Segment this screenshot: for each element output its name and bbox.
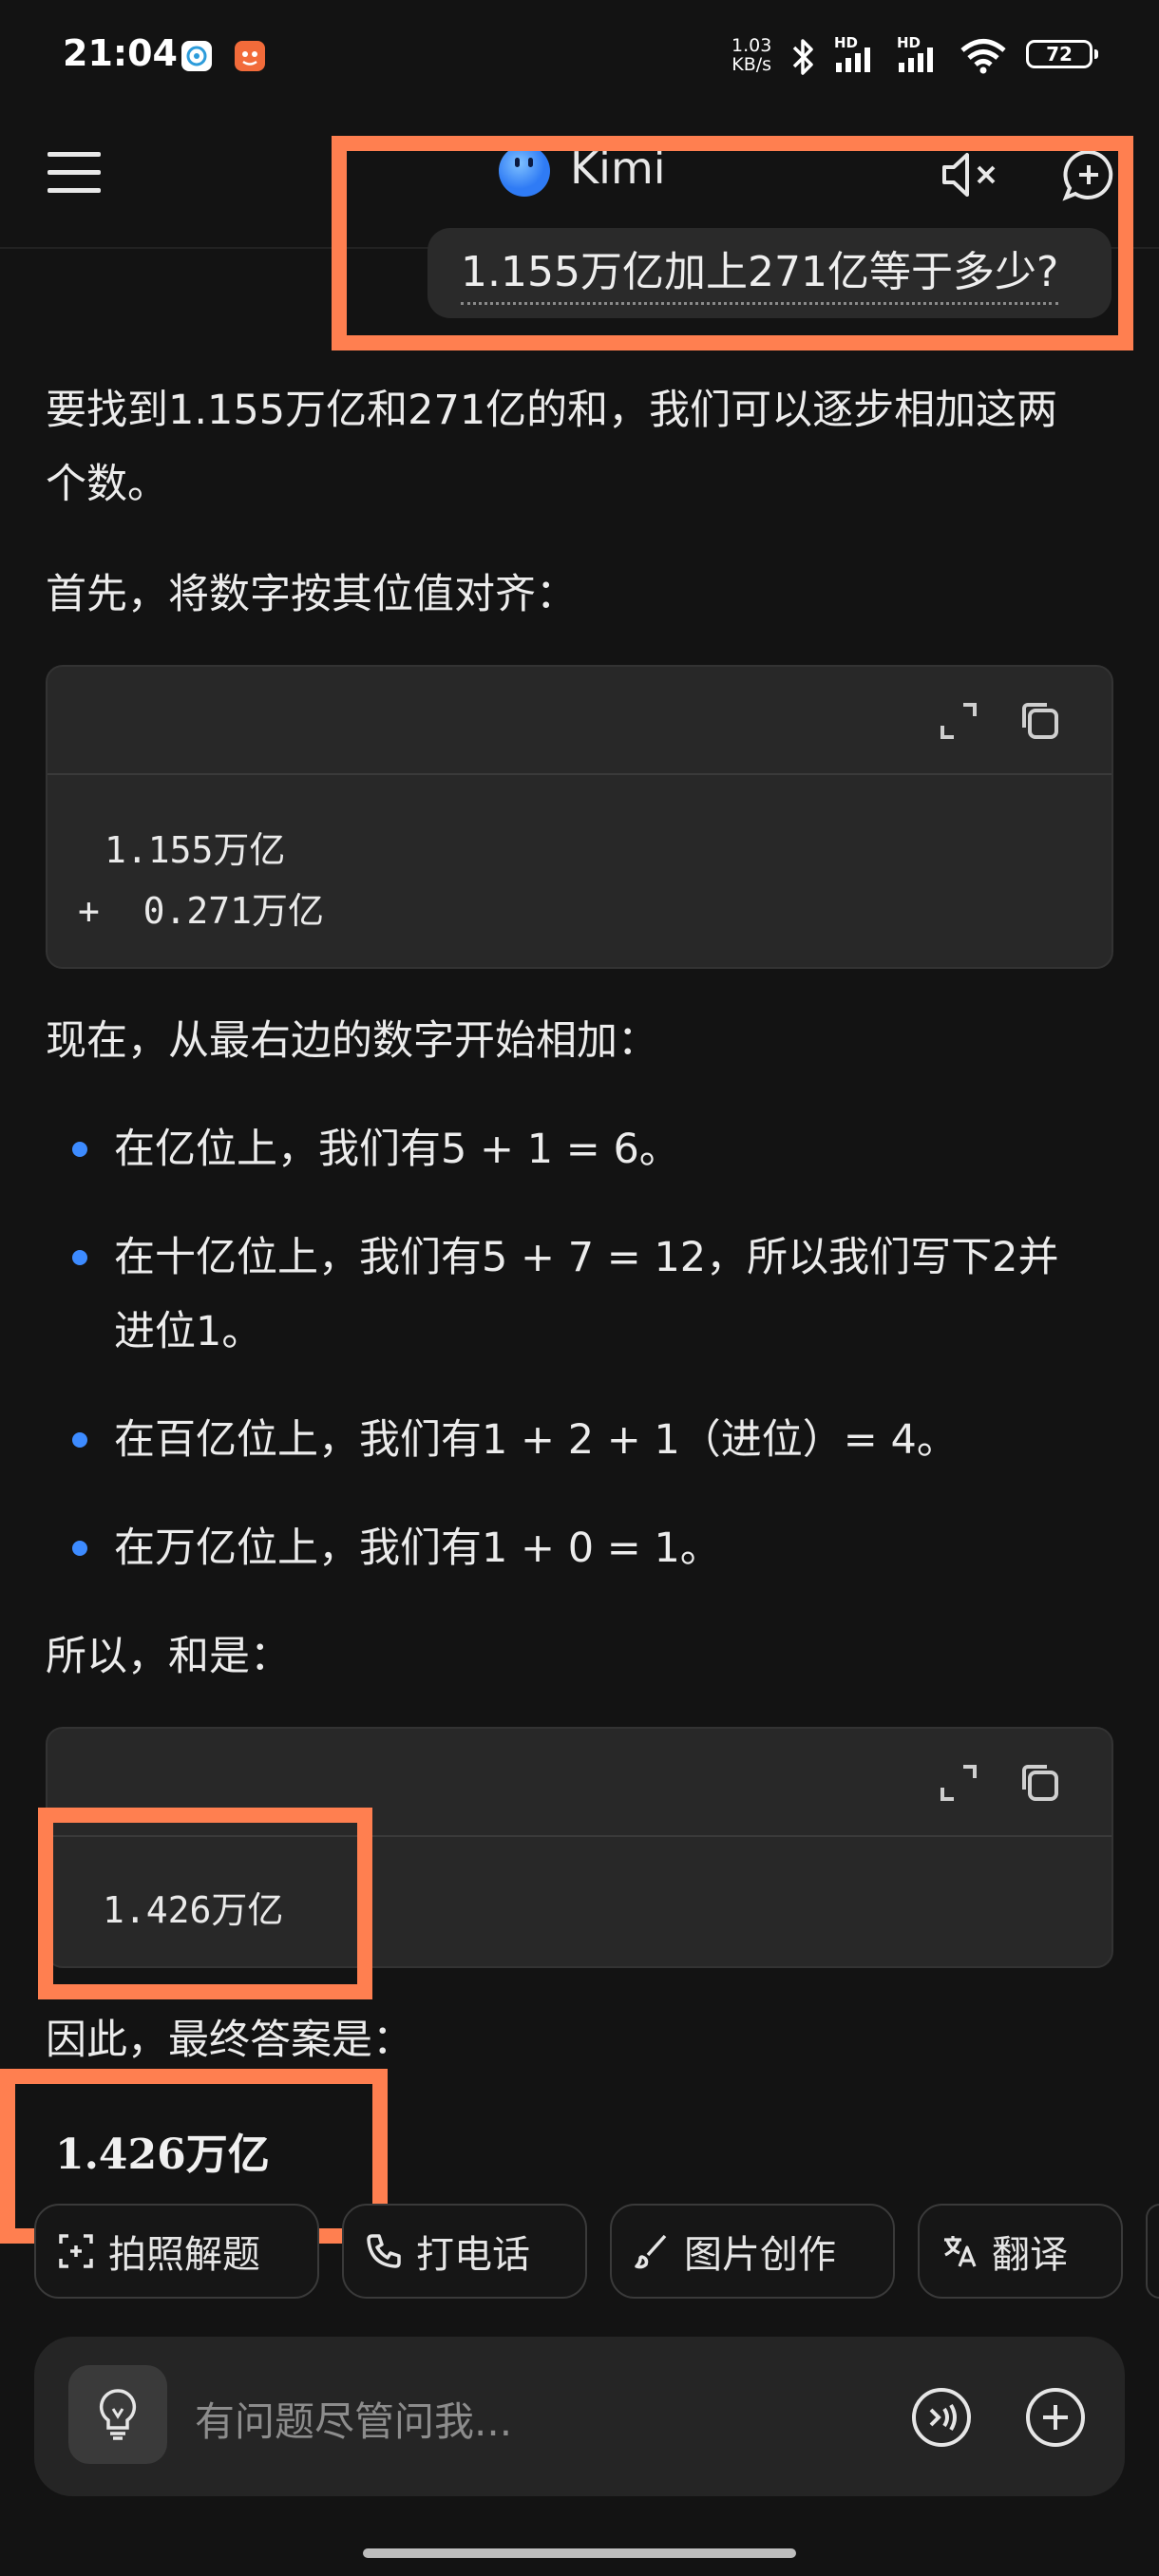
bullet-item: 在万亿位上，我们有1 + 0 = 1。 xyxy=(114,1525,721,1572)
code-line-2: + 0.271万亿 xyxy=(78,890,325,932)
chip-image-create[interactable]: 图片创作 xyxy=(610,2204,895,2299)
voice-icon[interactable] xyxy=(910,2386,973,2453)
chip-label: 翻译 xyxy=(992,2233,1068,2277)
align-instruction: 首先，将数字按其位值对齐： xyxy=(46,571,577,618)
chip-photo-solve[interactable]: 拍照解题 xyxy=(34,2204,319,2299)
menu-icon[interactable] xyxy=(48,150,101,199)
add-icon[interactable] xyxy=(1024,2386,1087,2453)
wifi-icon xyxy=(960,38,1007,78)
network-speed: 1.03 KB/s xyxy=(732,36,771,74)
bullet-item: 在百亿位上，我们有1 + 2 + 1（进位）= 4。 xyxy=(114,1416,958,1464)
status-time: 21:04 xyxy=(63,32,178,74)
chip-label: 拍照解题 xyxy=(108,2233,260,2277)
bullet-dot xyxy=(72,1541,87,1556)
expand-icon[interactable] xyxy=(939,701,978,745)
chip-overflow[interactable] xyxy=(1146,2204,1159,2299)
bullet-item: 在十亿位上，我们有5 + 7 = 12，所以我们写下2并 xyxy=(114,1234,1059,1281)
chip-label: 打电话 xyxy=(416,2233,530,2277)
phone-icon xyxy=(367,2234,401,2268)
bullet-item: 在亿位上，我们有5 + 1 = 6。 xyxy=(114,1126,680,1173)
answer-intro-line-1: 要找到1.155万亿和271亿的和，我们可以逐步相加这两 xyxy=(46,387,1058,434)
message-input[interactable]: 有问题尽管问我... xyxy=(195,2390,512,2448)
chip-translate[interactable]: 翻译 xyxy=(918,2204,1123,2299)
chip-label: 图片创作 xyxy=(684,2233,836,2277)
camera-solve-icon xyxy=(59,2234,93,2268)
final-label: 因此，最终答案是： xyxy=(46,2017,413,2064)
add-instruction: 现在，从最右边的数字开始相加： xyxy=(46,1017,658,1065)
code-line-1: 1.155万亿 xyxy=(104,829,286,871)
bluetooth-icon xyxy=(788,36,817,82)
chat-app-notification-icon xyxy=(180,40,213,76)
bullet-dot xyxy=(72,1250,87,1265)
bullet-item-continued: 进位1。 xyxy=(114,1308,263,1355)
highlight-box-sum xyxy=(38,1808,372,1999)
copy-icon[interactable] xyxy=(1018,699,1060,745)
chip-call[interactable]: 打电话 xyxy=(342,2204,587,2299)
code-block-header xyxy=(48,667,1112,775)
home-indicator[interactable] xyxy=(363,2548,796,2558)
signal-icon-1 xyxy=(834,46,880,76)
lightbulb-icon xyxy=(99,2389,137,2440)
network-speed-value: 1.03 xyxy=(732,35,772,56)
bullet-dot xyxy=(72,1142,87,1157)
pet-app-notification-icon xyxy=(234,40,266,76)
brush-icon xyxy=(635,2234,667,2269)
expand-icon[interactable] xyxy=(939,1763,978,1807)
highlight-box-question xyxy=(332,136,1133,350)
sum-label: 所以，和是： xyxy=(46,1633,291,1680)
battery-indicator: 72 xyxy=(1026,40,1098,68)
bullet-dot xyxy=(72,1432,87,1448)
answer-intro-line-2: 个数。 xyxy=(46,461,168,508)
translate-icon xyxy=(944,2236,977,2267)
copy-icon[interactable] xyxy=(1018,1761,1060,1807)
network-speed-unit: KB/s xyxy=(732,54,772,75)
bulb-button[interactable] xyxy=(68,2365,167,2464)
signal-icon-2 xyxy=(897,46,942,76)
code-block-alignment: 1.155万亿 + 0.271万亿 xyxy=(46,665,1113,969)
